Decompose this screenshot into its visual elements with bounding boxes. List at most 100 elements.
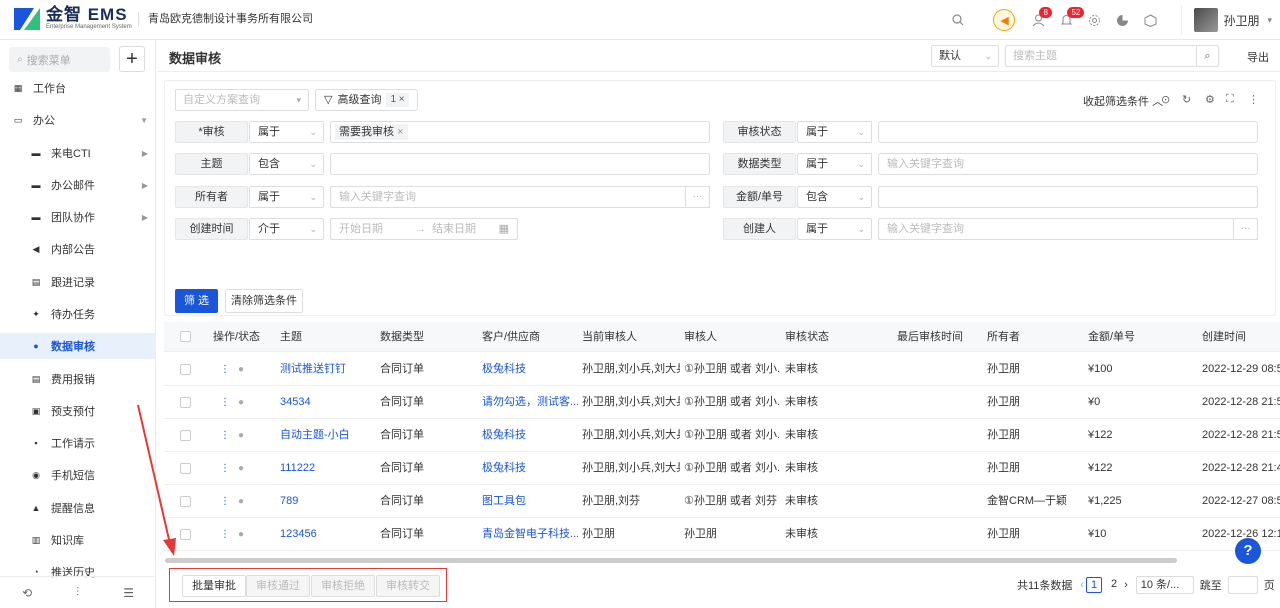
jump-input[interactable] bbox=[1227, 576, 1258, 594]
menu-search-input[interactable]: ⌕ 搜索菜单 bbox=[9, 47, 110, 72]
batch-approve-button[interactable]: 批量审批 bbox=[182, 575, 246, 597]
cube-icon[interactable] bbox=[1137, 7, 1163, 33]
user-menu[interactable]: 孙卫朋 ▾ bbox=[1181, 6, 1280, 34]
more-icon[interactable]: ⋮ bbox=[220, 397, 230, 408]
topic-search-input[interactable]: 搜索主题 ⌕ bbox=[1005, 45, 1219, 67]
column-header[interactable]: 客户/供应商 bbox=[482, 322, 540, 352]
search-icon[interactable] bbox=[945, 7, 971, 33]
more-icon[interactable]: ⋮ bbox=[220, 529, 230, 540]
filter-operator[interactable]: 包含 ⌄ bbox=[249, 153, 324, 175]
search-icon[interactable]: ⌕ bbox=[1196, 46, 1218, 66]
more-icon[interactable]: ⋮ bbox=[220, 496, 230, 507]
table-row[interactable]: ⋮ ● 123456 合同订单 青岛金智电子科技... 孙卫朋 孙卫朋 未审核 孙卫朋 ¥10 20… bbox=[164, 518, 1280, 551]
more-icon[interactable]: ⋮ bbox=[220, 364, 230, 375]
cell-subject[interactable]: 111222 bbox=[280, 452, 376, 485]
sidebar-item[interactable]: ▭ 办公 ▼ bbox=[0, 107, 156, 133]
advanced-query-button[interactable]: ▽ 高级查询 1 × bbox=[315, 89, 418, 111]
column-header[interactable]: 审核状态 bbox=[785, 322, 829, 352]
next-page-icon[interactable]: › bbox=[1124, 579, 1128, 591]
filter-operator[interactable]: 属于 ⌄ bbox=[797, 121, 872, 143]
column-header[interactable]: 金额/单号 bbox=[1088, 322, 1135, 352]
page-size-select[interactable]: 10 条/... bbox=[1135, 576, 1194, 594]
row-checkbox[interactable] bbox=[180, 529, 191, 540]
row-checkbox[interactable] bbox=[180, 463, 191, 474]
row-checkbox[interactable] bbox=[180, 397, 191, 408]
collapse-menu-icon[interactable]: ☰ bbox=[123, 586, 134, 600]
filter-operator[interactable]: 属于 ⌄ bbox=[249, 121, 324, 143]
sidebar-item[interactable]: ▥ 知识库 bbox=[0, 527, 156, 553]
filter-value[interactable]: 输入关键字查询 ··· bbox=[330, 186, 710, 208]
reject-button[interactable]: 审核拒绝 bbox=[311, 575, 375, 597]
sort-select[interactable]: 默认 ⌄ bbox=[931, 45, 999, 67]
table-row[interactable]: ⋮ ● 测试推送钉钉 合同订单 极兔科技 孙卫朋,刘小兵,刘大兵 ①孙卫朋 或者 刘小...… bbox=[164, 353, 1280, 386]
help-icon[interactable]: ? bbox=[1235, 538, 1261, 564]
page-1[interactable]: 1 bbox=[1086, 577, 1103, 593]
advanced-count-badge[interactable]: 1 × bbox=[386, 93, 409, 107]
notification-icon[interactable]: 52 bbox=[1053, 7, 1085, 33]
sidebar-item[interactable]: ✦ 待办任务 bbox=[0, 301, 156, 327]
filter-operator[interactable]: 属于 ⌄ bbox=[249, 186, 324, 208]
export-button[interactable]: 导出 bbox=[1247, 49, 1269, 65]
clear-filter-button[interactable]: 清除筛选条件 bbox=[225, 289, 303, 313]
cell-subject[interactable]: 自动主题-小白 bbox=[280, 419, 376, 452]
cell-subject[interactable]: 34534 bbox=[280, 386, 376, 419]
cell-customer[interactable]: 极兔科技 bbox=[482, 419, 578, 452]
more-icon[interactable]: ⋮ bbox=[220, 430, 230, 441]
filter-operator[interactable]: 包含 ⌄ bbox=[797, 186, 872, 208]
more-options-icon[interactable]: ··· bbox=[1233, 218, 1258, 240]
sidebar-item[interactable]: ◉ 手机短信 bbox=[0, 462, 156, 488]
row-actions[interactable]: ⋮● bbox=[220, 386, 244, 419]
filter-value[interactable]: 输入关键字查询 bbox=[878, 153, 1258, 175]
horizontal-scrollbar[interactable] bbox=[165, 558, 1177, 563]
scheme-select[interactable]: 自定义方案查询 ▾ bbox=[175, 89, 309, 111]
cell-subject[interactable]: 789 bbox=[280, 485, 376, 518]
filter-operator[interactable]: 属于 ⌄ bbox=[797, 218, 872, 240]
cell-customer[interactable]: 极兔科技 bbox=[482, 452, 578, 485]
column-header[interactable]: 当前审核人 bbox=[582, 322, 637, 352]
table-row[interactable]: ⋮ ● 111222 合同订单 极兔科技 孙卫朋,刘小兵,刘大兵 ①孙卫朋 或者 刘小...… bbox=[164, 452, 1280, 485]
filter-operator[interactable]: 属于 ⌄ bbox=[797, 153, 872, 175]
column-header[interactable]: 创建时间 bbox=[1202, 322, 1246, 352]
history-icon[interactable]: ⟲ bbox=[22, 586, 32, 600]
column-header[interactable]: 操作/状态 bbox=[213, 322, 260, 352]
cell-customer[interactable]: 青岛金智电子科技... bbox=[482, 518, 578, 551]
row-actions[interactable]: ⋮● bbox=[220, 485, 244, 518]
row-actions[interactable]: ⋮● bbox=[220, 419, 244, 452]
row-actions[interactable]: ⋮● bbox=[220, 518, 244, 551]
prev-page-icon[interactable]: ‹ bbox=[1080, 579, 1084, 591]
row-checkbox[interactable] bbox=[180, 364, 191, 375]
add-button[interactable]: + bbox=[119, 46, 145, 72]
sidebar-item[interactable]: ▦ 工作台 bbox=[0, 75, 156, 101]
column-header[interactable]: 最后审核时间 bbox=[897, 322, 963, 352]
contacts-icon[interactable]: 8 bbox=[1025, 7, 1052, 33]
filter-value[interactable]: 输入关键字查询 ··· bbox=[878, 218, 1258, 240]
filter-value[interactable] bbox=[330, 153, 710, 175]
refresh-icon[interactable]: ↻ bbox=[1182, 93, 1191, 106]
tuning-icon[interactable]: ⫶ bbox=[76, 585, 79, 600]
row-checkbox[interactable] bbox=[180, 430, 191, 441]
collapse-filter-button[interactable]: 收起筛选条件 ︿ bbox=[1083, 93, 1163, 109]
table-row[interactable]: ⋮ ● 自动主题-小白 合同订单 极兔科技 孙卫朋,刘小兵,刘大兵 ①孙卫朋 或者 刘小..… bbox=[164, 419, 1280, 452]
sidebar-item[interactable]: ▤ 跟进记录 bbox=[0, 269, 156, 295]
filter-value[interactable]: 需要我审核 × bbox=[330, 121, 710, 143]
filter-value[interactable] bbox=[878, 186, 1258, 208]
sidebar-item[interactable]: ▪ 工作请示 bbox=[0, 430, 156, 456]
cell-customer[interactable]: 请勿勾选，测试客... bbox=[482, 386, 578, 419]
sidebar-item[interactable]: ▤ 费用报销 bbox=[0, 366, 156, 392]
sidebar-item[interactable]: ◀ 内部公告 bbox=[0, 236, 156, 262]
fullscreen-icon[interactable]: ⛶ bbox=[1226, 93, 1234, 106]
filter-tag[interactable]: 需要我审核 × bbox=[335, 124, 408, 140]
column-header[interactable]: 审核人 bbox=[684, 322, 717, 352]
calendar-icon[interactable]: ▦ bbox=[499, 219, 509, 239]
cell-subject[interactable]: 测试推送钉钉 bbox=[280, 353, 376, 386]
play-icon[interactable]: ⊙ bbox=[1161, 93, 1170, 106]
page-2[interactable]: 2 bbox=[1106, 577, 1122, 593]
cell-customer[interactable]: 图工具包 bbox=[482, 485, 578, 518]
date-range-input[interactable]: 开始日期 → 结束日期 ▦ bbox=[330, 218, 518, 240]
table-row[interactable]: ⋮ ● 34534 合同订单 请勿勾选，测试客... 孙卫朋,刘小兵,刘大兵 ①孙卫朋 或者… bbox=[164, 386, 1280, 419]
cell-customer[interactable]: 极兔科技 bbox=[482, 353, 578, 386]
more-icon[interactable]: ⋮ bbox=[1248, 93, 1259, 106]
sidebar-item[interactable]: ▲ 提醒信息 bbox=[0, 495, 156, 521]
table-row[interactable]: ⋮ ● 789 合同订单 图工具包 孙卫朋,刘芬 ①孙卫朋 或者 刘芬 未审核 金智CRM—于颖… bbox=[164, 485, 1280, 518]
row-actions[interactable]: ⋮● bbox=[220, 353, 244, 386]
